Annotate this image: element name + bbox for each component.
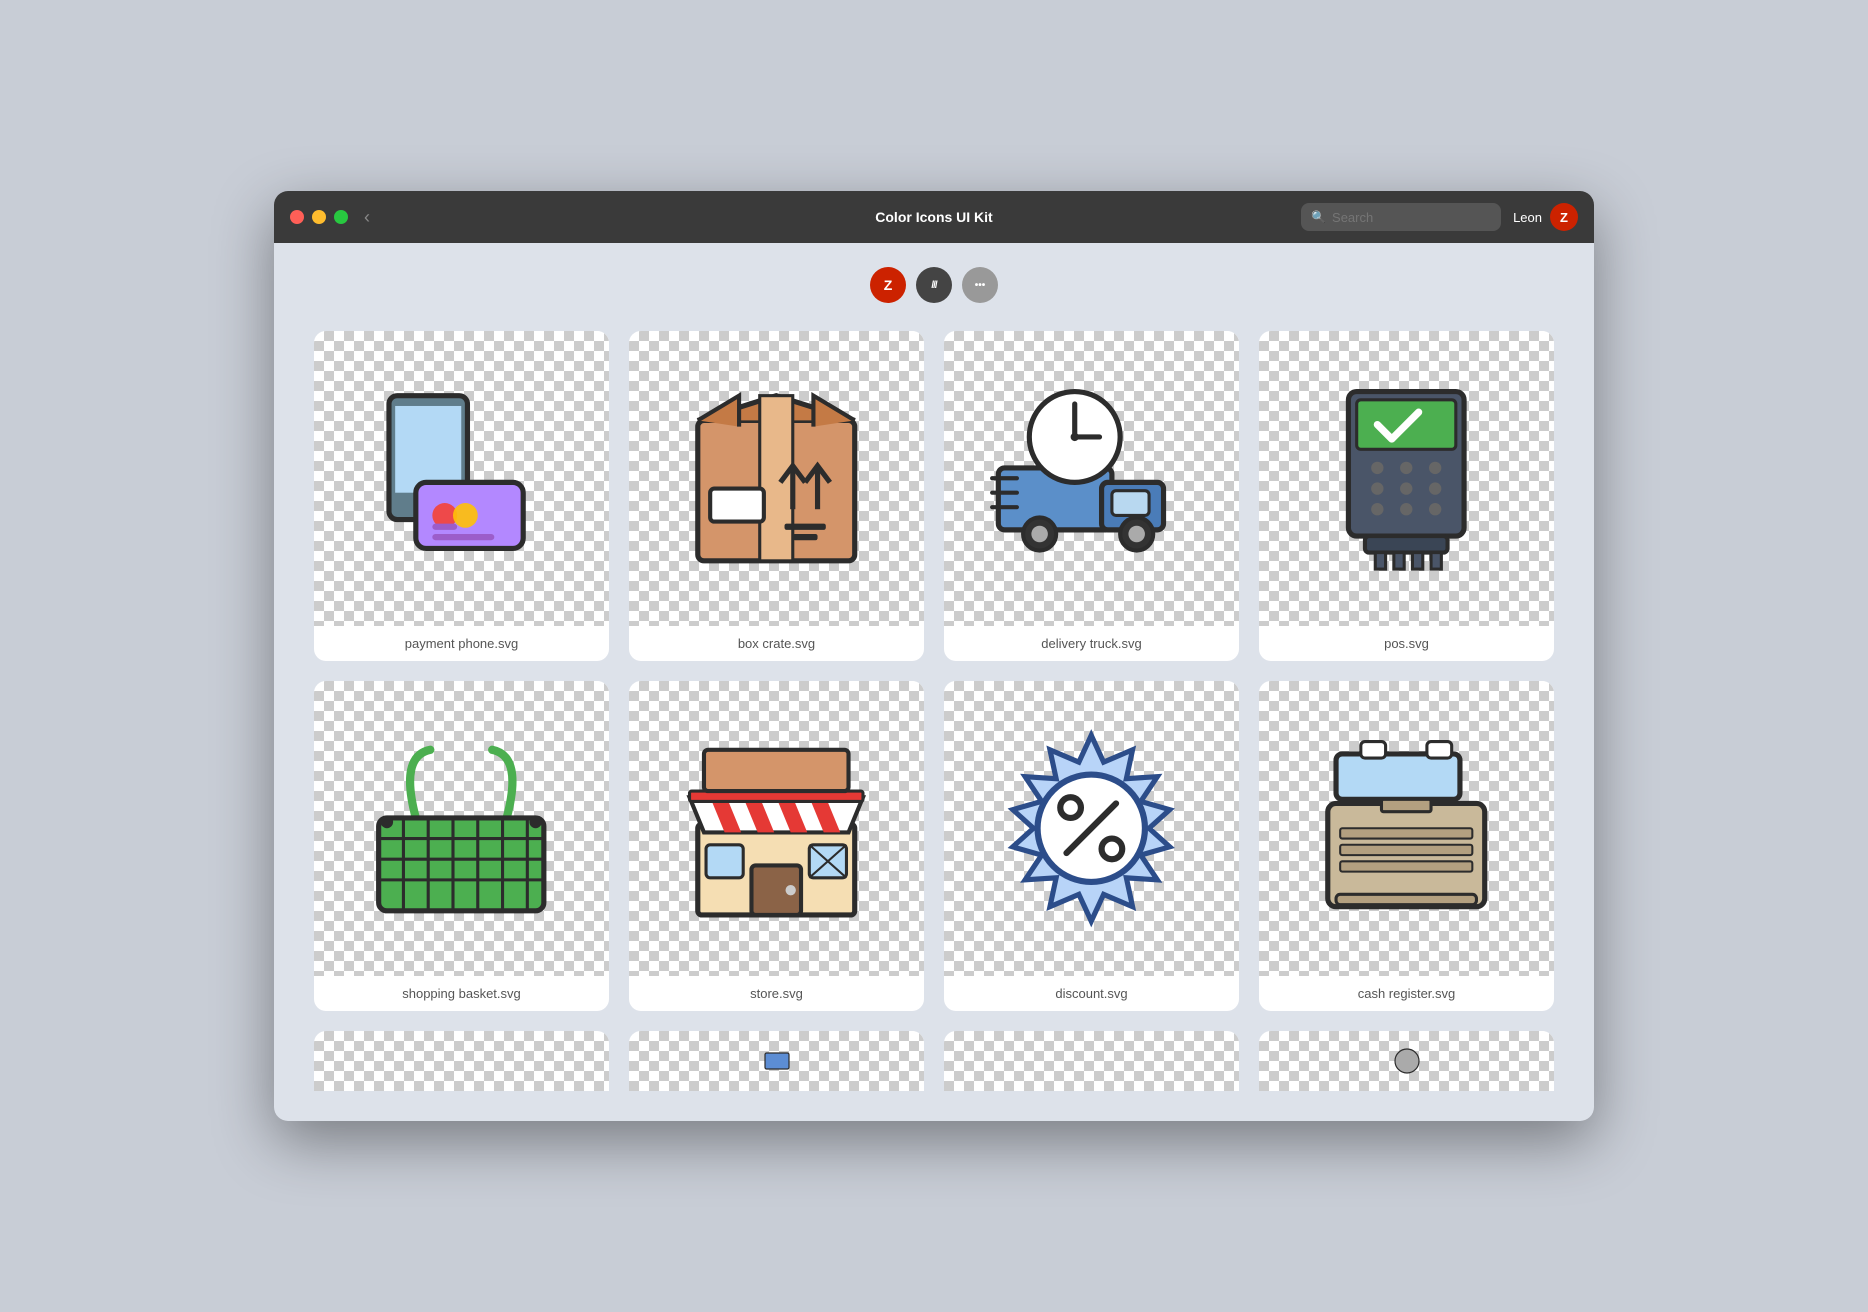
list-item-partial xyxy=(314,1031,609,1091)
collab-avatar-more[interactable]: ••• xyxy=(962,267,998,303)
icon-canvas-shopping-basket xyxy=(314,681,609,976)
icon-label-discount: discount.svg xyxy=(1047,976,1135,1011)
icon-canvas-box-crate xyxy=(629,331,924,626)
user-avatar[interactable]: Z xyxy=(1550,203,1578,231)
list-item[interactable]: cash register.svg xyxy=(1259,681,1554,1011)
close-button[interactable] xyxy=(290,210,304,224)
icon-label-shopping-basket: shopping basket.svg xyxy=(394,976,529,1011)
list-item[interactable]: payment phone.svg xyxy=(314,331,609,661)
collab-avatar-slash[interactable]: /// xyxy=(916,267,952,303)
collab-bar: Z /// ••• xyxy=(314,267,1554,303)
user-info: Leon Z xyxy=(1513,203,1578,231)
list-item-partial xyxy=(629,1031,924,1091)
icon-label-pos: pos.svg xyxy=(1376,626,1437,661)
user-name: Leon xyxy=(1513,210,1542,225)
icon-label-store: store.svg xyxy=(742,976,811,1011)
list-item[interactable]: delivery truck.svg xyxy=(944,331,1239,661)
icon-label-box-crate: box crate.svg xyxy=(730,626,823,661)
bottom-partial-row xyxy=(314,1031,1554,1091)
list-item[interactable]: shopping basket.svg xyxy=(314,681,609,1011)
icon-label-delivery-truck: delivery truck.svg xyxy=(1033,626,1149,661)
icon-canvas-pos xyxy=(1259,331,1554,626)
search-icon: 🔍 xyxy=(1311,210,1326,224)
icon-canvas-delivery-truck xyxy=(944,331,1239,626)
app-window: ‹ Color Icons UI Kit 🔍 Leon Z Z /// ••• xyxy=(274,191,1594,1121)
titlebar-right: 🔍 Leon Z xyxy=(1301,203,1578,231)
traffic-lights xyxy=(290,210,348,224)
search-bar[interactable]: 🔍 xyxy=(1301,203,1501,231)
list-item[interactable]: store.svg xyxy=(629,681,924,1011)
icon-label-cash-register: cash register.svg xyxy=(1350,976,1464,1011)
content-area: Z /// ••• xyxy=(274,243,1594,1121)
icon-grid: payment phone.svg xyxy=(314,331,1554,1011)
collab-avatar-z[interactable]: Z xyxy=(870,267,906,303)
minimize-button[interactable] xyxy=(312,210,326,224)
back-button[interactable]: ‹ xyxy=(364,207,370,228)
icon-canvas-cash-register xyxy=(1259,681,1554,976)
maximize-button[interactable] xyxy=(334,210,348,224)
icon-canvas-discount xyxy=(944,681,1239,976)
list-item[interactable]: pos.svg xyxy=(1259,331,1554,661)
icon-canvas-payment-phone xyxy=(314,331,609,626)
list-item[interactable]: discount.svg xyxy=(944,681,1239,1011)
titlebar: ‹ Color Icons UI Kit 🔍 Leon Z xyxy=(274,191,1594,243)
search-input[interactable] xyxy=(1332,210,1491,225)
icon-label-payment-phone: payment phone.svg xyxy=(397,626,526,661)
icon-canvas-store xyxy=(629,681,924,976)
list-item-partial xyxy=(944,1031,1239,1091)
window-title: Color Icons UI Kit xyxy=(875,209,992,225)
list-item-partial xyxy=(1259,1031,1554,1091)
list-item[interactable]: box crate.svg xyxy=(629,331,924,661)
